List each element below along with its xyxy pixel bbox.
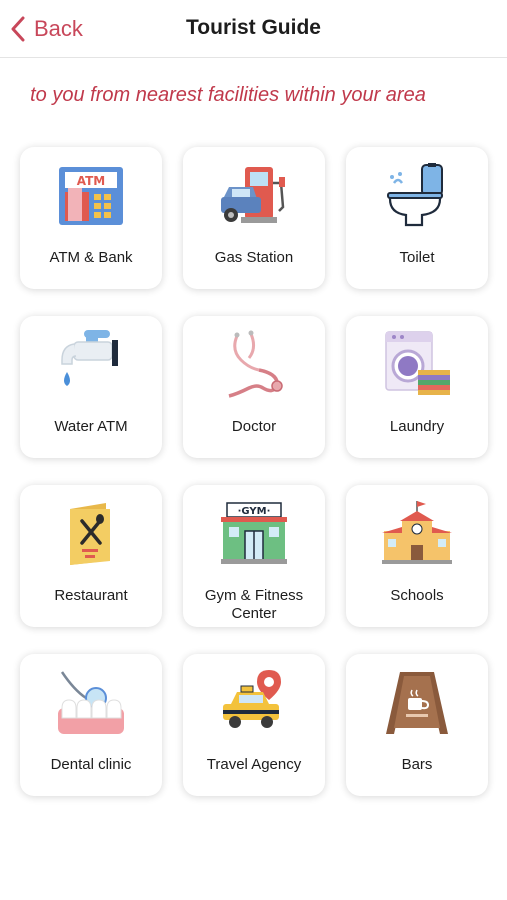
- info-ticker: Information available to you from neares…: [26, 84, 484, 110]
- school-building-icon: [382, 499, 452, 569]
- facility-card-restaurant[interactable]: Restaurant: [20, 485, 162, 627]
- facility-label: Gym & Fitness Center: [204, 587, 304, 622]
- facility-card-travel-agency[interactable]: Travel Agency: [183, 654, 325, 796]
- svg-text:ATM: ATM: [77, 174, 105, 188]
- facility-card-gas-station[interactable]: Gas Station: [183, 147, 325, 289]
- taxi-location-icon: [219, 668, 289, 738]
- facility-label: Dental clinic: [50, 756, 132, 773]
- navigation-bar: Back Tourist Guide: [0, 0, 507, 58]
- washing-machine-icon: [382, 330, 452, 400]
- facility-card-dental-clinic[interactable]: Dental clinic: [20, 654, 162, 796]
- toilet-icon: [382, 161, 452, 231]
- dental-icon: [56, 668, 126, 738]
- facility-label: Travel Agency: [206, 756, 302, 773]
- facility-label: Toilet: [399, 249, 435, 266]
- facility-label: Doctor: [231, 418, 277, 435]
- gas-station-icon: [219, 161, 289, 231]
- page-title: Tourist Guide: [186, 16, 321, 39]
- facility-label: Water ATM: [54, 418, 128, 435]
- facility-label: Gas Station: [214, 249, 294, 266]
- ticker-text: Information available to you from neares…: [26, 84, 426, 106]
- facility-label: ATM & Bank: [49, 249, 133, 266]
- facility-grid: ATM ATM & Bank Gas Station Toilet Water …: [20, 147, 488, 796]
- facility-label: Bars: [401, 756, 433, 773]
- svg-text:·GYM·: ·GYM·: [238, 506, 271, 517]
- facility-card-atm-bank[interactable]: ATM ATM & Bank: [20, 147, 162, 289]
- gym-building-icon: ·GYM·: [219, 499, 289, 569]
- facility-card-toilet[interactable]: Toilet: [346, 147, 488, 289]
- facility-card-schools[interactable]: Schools: [346, 485, 488, 627]
- facility-card-gym[interactable]: ·GYM· Gym & Fitness Center: [183, 485, 325, 627]
- water-tap-icon: [56, 330, 126, 400]
- facility-card-bars[interactable]: Bars: [346, 654, 488, 796]
- facility-label: Restaurant: [54, 587, 128, 604]
- facility-card-laundry[interactable]: Laundry: [346, 316, 488, 458]
- atm-icon: ATM: [56, 161, 126, 231]
- facility-card-water-atm[interactable]: Water ATM: [20, 316, 162, 458]
- menu-cutlery-icon: [56, 499, 126, 569]
- facility-card-doctor[interactable]: Doctor: [183, 316, 325, 458]
- coffee-board-icon: [382, 668, 452, 738]
- stethoscope-icon: [219, 330, 289, 400]
- facility-label: Laundry: [389, 418, 445, 435]
- facility-label: Schools: [390, 587, 444, 604]
